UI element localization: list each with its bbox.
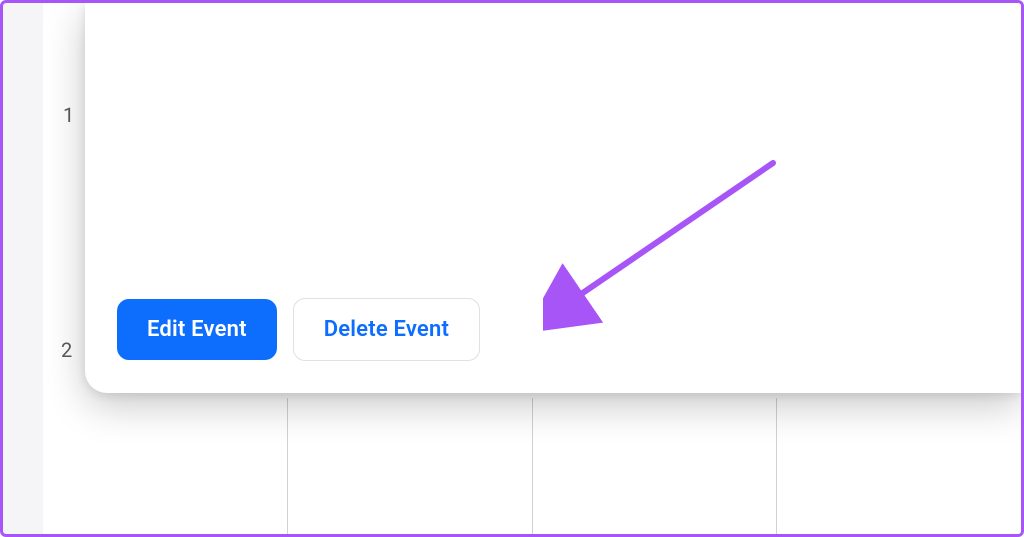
event-modal: Edit Event Delete Event [85, 3, 1021, 393]
calendar-cell[interactable] [532, 398, 777, 537]
calendar-grid [43, 398, 1021, 534]
delete-event-button[interactable]: Delete Event [293, 298, 480, 361]
modal-button-row: Edit Event Delete Event [117, 298, 480, 361]
calendar-cell[interactable] [287, 398, 532, 537]
edit-event-button[interactable]: Edit Event [117, 299, 277, 360]
calendar-cell[interactable] [776, 398, 1021, 537]
calendar-cell[interactable] [43, 398, 287, 537]
outer-frame: 1 2 Edit Event Delete Event [0, 0, 1024, 537]
time-label: 1 [63, 103, 74, 127]
time-label: 2 [61, 338, 72, 362]
